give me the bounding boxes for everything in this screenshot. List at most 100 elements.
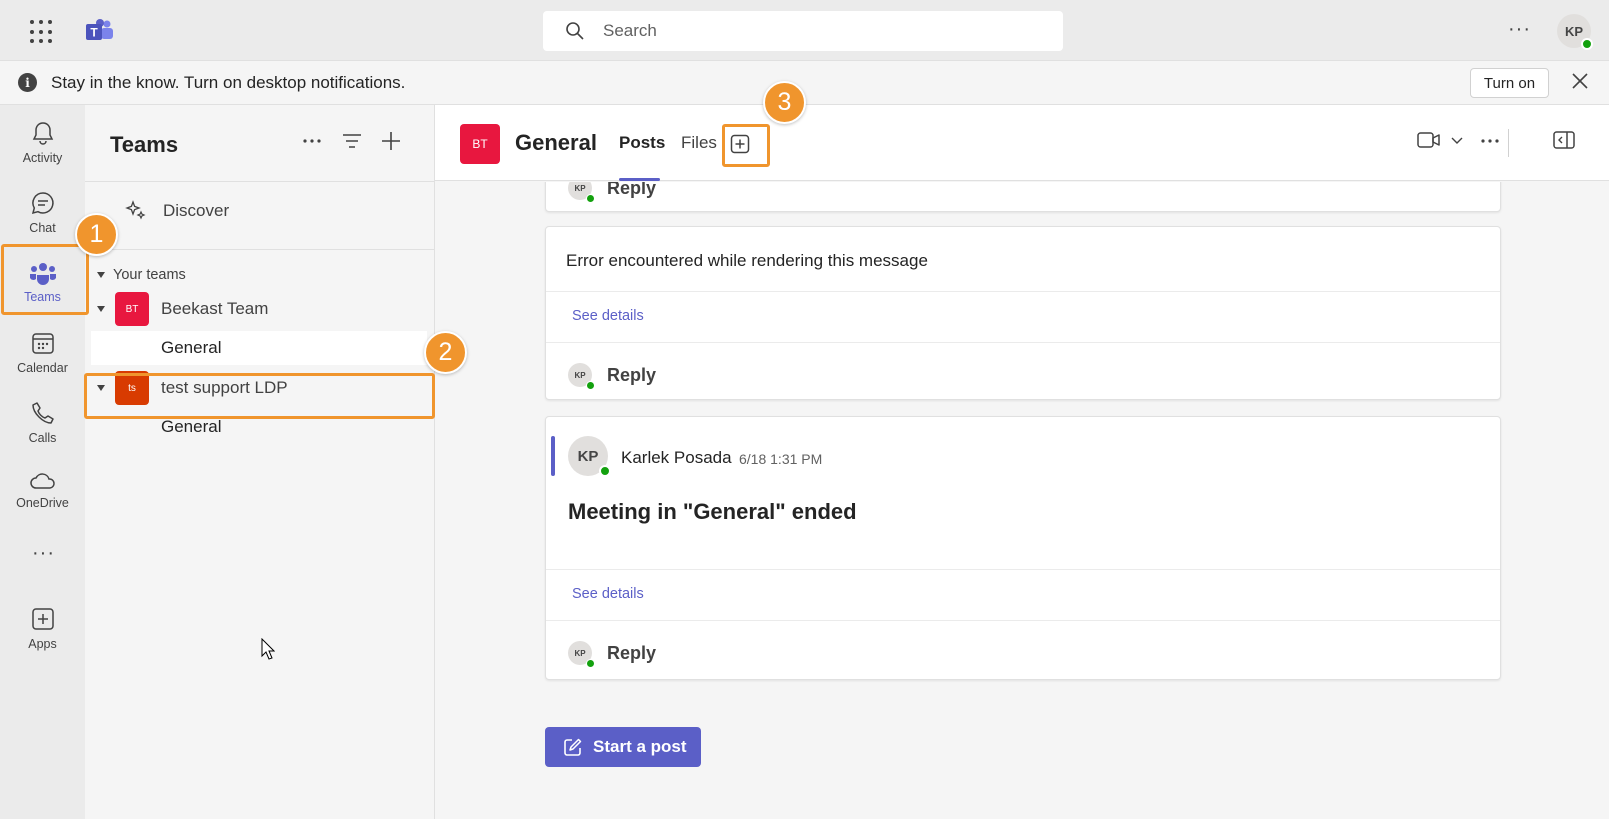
reply-label: Reply (607, 364, 657, 385)
search-icon (566, 22, 584, 40)
meet-now-button[interactable] (1417, 131, 1441, 149)
sparkle-icon (125, 200, 146, 220)
title-bar: T Search ··· KP (0, 0, 1609, 61)
channel-name: General (515, 130, 597, 155)
rail-item-activity[interactable]: Activity (0, 109, 85, 175)
avatar: KP (568, 641, 595, 668)
see-details-link[interactable]: See details (572, 586, 644, 602)
add-icon[interactable] (379, 129, 403, 153)
channel-team-avatar: BT (460, 124, 500, 164)
presence-available-icon (586, 381, 595, 390)
rail-item-apps[interactable]: Apps (0, 595, 85, 661)
chat-icon (31, 191, 54, 214)
channel-item-beekast-general[interactable]: General (91, 331, 427, 365)
avatar-initials: KP (574, 370, 586, 380)
presence-available-icon (599, 465, 611, 477)
rail-item-calendar[interactable]: Calendar (0, 319, 85, 385)
settings-more-icon[interactable]: ··· (1508, 18, 1531, 41)
reply-button[interactable]: KP Reply (568, 363, 657, 390)
compose-icon (564, 738, 582, 756)
start-post-button[interactable]: Start a post (545, 727, 701, 767)
chevron-down-icon (1451, 137, 1463, 144)
info-icon: i (18, 73, 37, 92)
video-camera-icon (1417, 132, 1440, 148)
chevron-down-icon (97, 272, 105, 278)
step-badge-3: 3 (763, 81, 806, 124)
post-card: KP Reply (545, 182, 1501, 212)
posts-feed[interactable]: KP Reply Error encountered while renderi… (435, 182, 1609, 819)
avatar-initials: KP (577, 447, 599, 465)
discover-label: Discover (163, 201, 230, 220)
app-launcher-icon[interactable] (30, 20, 54, 44)
divider (546, 291, 1500, 292)
app-rail: Activity Chat Teams Calendar Calls OneDr… (0, 105, 85, 819)
presence-available-icon (1581, 38, 1593, 50)
discover-item[interactable]: Discover (125, 200, 229, 222)
divider (546, 569, 1500, 570)
divider (546, 342, 1500, 343)
divider (85, 249, 435, 250)
rail-label: Calendar (17, 360, 68, 375)
calendar-icon (31, 332, 54, 354)
meet-options-dropdown[interactable] (1451, 137, 1463, 145)
avatar: KP (568, 182, 595, 203)
search-input[interactable]: Search (543, 11, 1063, 51)
rail-label: Chat (29, 220, 56, 235)
your-teams-header[interactable]: Your teams (97, 267, 186, 283)
channel-info-pane-icon[interactable] (1553, 131, 1575, 149)
reply-button[interactable]: KP Reply (568, 641, 657, 668)
reply-button[interactable]: KP Reply (568, 182, 657, 203)
error-message: Error encountered while rendering this m… (566, 251, 928, 270)
team-item-beekast[interactable]: BT Beekast Team (89, 289, 427, 329)
divider (1508, 129, 1509, 157)
user-initials: KP (1564, 23, 1584, 39)
user-avatar[interactable]: KP (1557, 14, 1593, 50)
post-card-error: Error encountered while rendering this m… (545, 226, 1501, 400)
avatar: KP (568, 363, 595, 390)
rail-item-calls[interactable]: Calls (0, 389, 85, 455)
mouse-cursor-icon (261, 638, 275, 660)
rail-item-chat[interactable]: Chat (0, 179, 85, 245)
turn-on-notifications-button[interactable]: Turn on (1470, 68, 1549, 98)
see-details-link[interactable]: See details (572, 308, 644, 324)
teams-panel: Teams Discover Your teams BT Beekast Tea… (85, 105, 435, 819)
tab-posts[interactable]: Posts (619, 133, 665, 153)
presence-available-icon (586, 194, 595, 203)
active-tab-indicator (619, 178, 660, 181)
channel-view: BT General Posts Files KP Reply Error en… (435, 105, 1609, 819)
divider (546, 620, 1500, 621)
author-avatar[interactable]: KP (568, 436, 611, 477)
team-name: Beekast Team (161, 299, 269, 318)
highlight-teams-rail (1, 244, 89, 315)
channel-more-options-icon[interactable] (1480, 138, 1500, 144)
filter-icon[interactable] (340, 129, 364, 153)
presence-available-icon (586, 659, 595, 668)
rail-item-onedrive[interactable]: OneDrive (0, 457, 85, 523)
svg-text:T: T (90, 26, 98, 40)
reply-label: Reply (607, 182, 657, 198)
panel-title: Teams (110, 132, 179, 157)
channel-header: BT General Posts Files (435, 105, 1609, 181)
author-name[interactable]: Karlek Posada (621, 448, 732, 468)
avatar-initials: KP (574, 648, 586, 658)
tab-files[interactable]: Files (681, 133, 717, 153)
close-icon[interactable] (1570, 71, 1590, 91)
notification-text: Stay in the know. Turn on desktop notifi… (51, 72, 406, 92)
highlight-add-tab (722, 124, 770, 167)
rail-label: Activity (22, 150, 63, 165)
more-apps-icon[interactable]: ··· (32, 542, 55, 565)
rail-label: OneDrive (16, 495, 69, 510)
bell-icon (32, 121, 53, 145)
reply-label: Reply (607, 642, 657, 663)
meeting-accent-bar (551, 436, 555, 476)
divider (85, 181, 435, 182)
phone-icon (31, 401, 54, 424)
rail-label: Apps (28, 636, 57, 651)
step-badge-2: 2 (424, 331, 467, 374)
more-options-icon[interactable] (300, 129, 324, 153)
message-title: Meeting in "General" ended (568, 499, 857, 524)
step-badge-1: 1 (75, 213, 118, 256)
chevron-down-icon (97, 306, 105, 312)
teams-logo-icon: T (86, 18, 114, 44)
apps-icon (31, 607, 54, 630)
